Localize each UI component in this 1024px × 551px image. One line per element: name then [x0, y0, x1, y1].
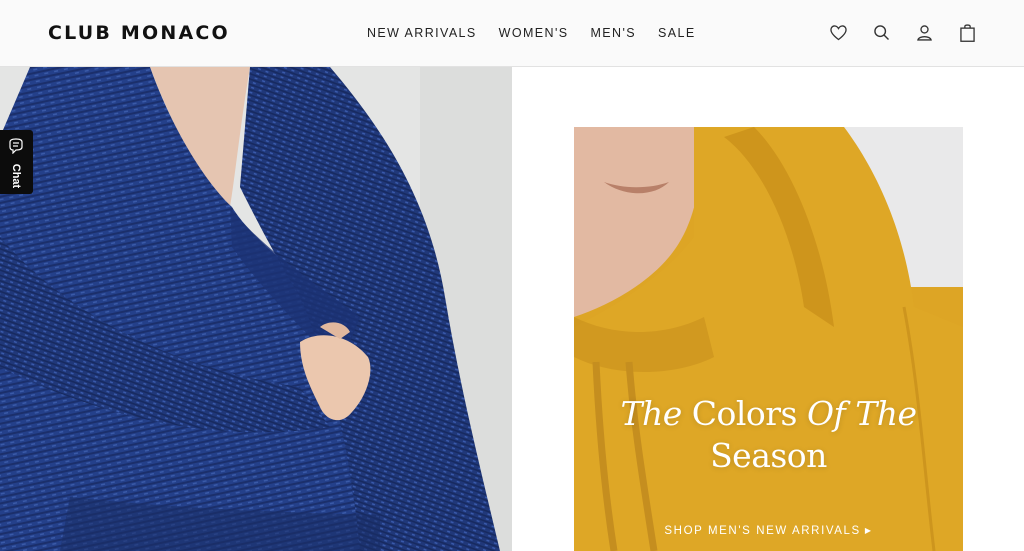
main-nav: NEW ARRIVALS WOMEN'S MEN'S SALE: [367, 26, 696, 40]
promo-title-word-2: Colors: [691, 394, 798, 433]
chat-label: Chat: [10, 163, 22, 189]
nav-sale[interactable]: SALE: [658, 26, 696, 40]
chat-bubble-icon: [9, 138, 23, 154]
promo-title-word-3: Of: [806, 394, 846, 433]
heart-icon[interactable]: [828, 22, 849, 43]
nav-womens[interactable]: WOMEN'S: [499, 26, 569, 40]
site-header: CLUB MONACO NEW ARRIVALS WOMEN'S MEN'S S…: [0, 0, 1024, 67]
account-icon[interactable]: [914, 22, 935, 43]
shopping-bag-icon[interactable]: [957, 22, 978, 43]
chat-tab[interactable]: Chat: [0, 130, 33, 194]
promo-mens-card[interactable]: The Colors Of The Season SHOP MEN'S NEW …: [574, 127, 963, 551]
nav-mens[interactable]: MEN'S: [590, 26, 636, 40]
site-logo[interactable]: CLUB MONACO: [48, 22, 230, 44]
search-icon[interactable]: [871, 22, 892, 43]
hero-womens-image[interactable]: [0, 67, 512, 551]
promo-title-line-2: Season: [710, 436, 827, 475]
caret-right-icon: ▶: [864, 526, 873, 535]
promo-cta-label: SHOP MEN'S NEW ARRIVALS: [664, 525, 861, 537]
promo-headline: The Colors Of The Season: [574, 393, 963, 477]
header-icons: [828, 22, 978, 43]
promo-title-word-1: The: [620, 394, 682, 433]
nav-new-arrivals[interactable]: NEW ARRIVALS: [367, 26, 477, 40]
promo-title-word-4: The: [855, 394, 917, 433]
shop-mens-new-arrivals-link[interactable]: SHOP MEN'S NEW ARRIVALS ▶: [574, 525, 963, 537]
